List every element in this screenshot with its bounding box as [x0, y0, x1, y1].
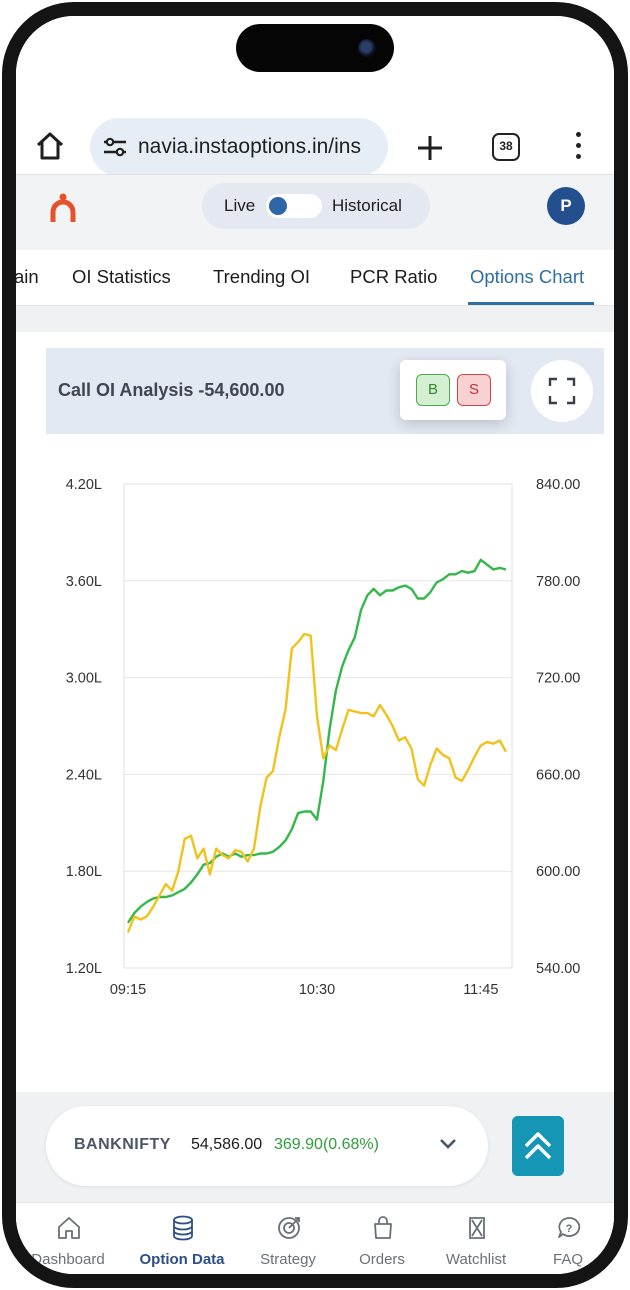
symbol-change: 369.90(0.68%) — [274, 1136, 379, 1153]
y-right-tick-label: 600.00 — [536, 864, 580, 880]
navia-logo — [50, 193, 76, 222]
nav-label: Dashboard — [31, 1251, 105, 1268]
camera-island — [236, 24, 394, 72]
home-icon[interactable] — [34, 130, 66, 162]
buy-button[interactable]: B — [416, 374, 450, 406]
nav-orders[interactable]: Orders — [332, 1203, 432, 1274]
scroll-top-button[interactable] — [512, 1116, 564, 1176]
chevron-down-icon[interactable] — [438, 1136, 458, 1152]
database-icon — [173, 1215, 193, 1241]
chart-card-header: Call OI Analysis -54,600.00 B S — [46, 348, 604, 434]
y-left-tick-label: 1.20L — [66, 961, 102, 977]
tab-option-chain[interactable]: ain — [16, 266, 39, 288]
tab-oi-statistics[interactable]: OI Statistics — [72, 266, 171, 288]
nav-label: Strategy — [260, 1251, 316, 1268]
fullscreen-icon[interactable] — [531, 360, 593, 422]
switch-knob[interactable] — [269, 197, 287, 215]
mode-switch[interactable] — [266, 194, 322, 218]
y-right-tick-label: 540.00 — [536, 961, 580, 977]
live-historical-toggle[interactable]: Live Historical — [202, 183, 430, 229]
nav-label: Option Data — [139, 1251, 225, 1268]
faq-icon: ? — [558, 1217, 581, 1238]
oi-series-line — [126, 558, 507, 924]
site-settings-icon[interactable] — [102, 136, 128, 158]
bottom-navigation: Dashboard Option Data Strategy Orders Wa… — [16, 1202, 614, 1274]
tab-trending-oi[interactable]: Trending OI — [213, 266, 310, 288]
y-left-tick-label: 2.40L — [66, 767, 102, 783]
section-divider — [16, 306, 614, 332]
y-left-tick-label: 3.60L — [66, 574, 102, 590]
more-menu-icon[interactable] — [574, 132, 582, 162]
y-right-tick-label: 780.00 — [536, 574, 580, 590]
app-header: Live Historical P — [16, 174, 614, 250]
y-left-tick-label: 1.80L — [66, 864, 102, 880]
hourglass-icon — [469, 1217, 485, 1239]
x-tick-label: 10:30 — [299, 982, 335, 998]
camera-icon — [358, 39, 376, 57]
chart-title: Call OI Analysis -54,600.00 — [58, 380, 285, 400]
symbol-name: BANKNIFTY — [74, 1136, 171, 1153]
phone-frame: navia.instaoptions.in/ins 38 Live Histor… — [2, 2, 628, 1288]
nav-watchlist[interactable]: Watchlist — [426, 1203, 526, 1274]
y-right-tick-label: 840.00 — [536, 477, 580, 493]
tab-bar: ain OI Statistics Trending OI PCR Ratio … — [16, 250, 614, 306]
phone-screen: navia.instaoptions.in/ins 38 Live Histor… — [16, 16, 614, 1274]
address-bar[interactable]: navia.instaoptions.in/ins — [90, 118, 388, 176]
symbol-selector[interactable]: BANKNIFTY 54,586.00 369.90(0.68%) — [46, 1106, 488, 1186]
bag-icon — [374, 1216, 392, 1239]
nav-label: FAQ — [552, 1251, 583, 1268]
url-text[interactable]: navia.instaoptions.in/ins — [138, 135, 380, 161]
nav-dashboard[interactable]: Dashboard — [18, 1203, 118, 1274]
sell-button[interactable]: S — [457, 374, 491, 406]
nav-strategy[interactable]: Strategy — [238, 1203, 338, 1274]
nav-label: Watchlist — [445, 1251, 507, 1268]
tab-switcher-button[interactable]: 38 — [492, 133, 520, 161]
historical-label[interactable]: Historical — [332, 196, 402, 216]
nav-label: Orders — [359, 1251, 405, 1268]
nav-faq[interactable]: ? FAQ — [518, 1203, 614, 1274]
browser-toolbar: navia.instaoptions.in/ins 38 — [16, 96, 614, 176]
symbol-price: 54,586.00 — [191, 1136, 263, 1153]
new-tab-icon[interactable] — [416, 134, 444, 162]
home-icon — [58, 1217, 80, 1239]
y-right-tick-label: 660.00 — [536, 767, 580, 783]
svg-text:?: ? — [566, 1223, 573, 1235]
y-left-tick-label: 3.00L — [66, 671, 102, 687]
target-icon — [278, 1217, 300, 1239]
tab-options-chart[interactable]: Options Chart — [470, 266, 584, 288]
nav-option-data[interactable]: Option Data — [132, 1203, 232, 1274]
avatar[interactable]: P — [547, 187, 585, 225]
buy-sell-popup: B S — [400, 360, 506, 420]
tab-pcr-ratio[interactable]: PCR Ratio — [350, 266, 437, 288]
active-tab-indicator — [468, 302, 594, 305]
y-left-tick-label: 4.20L — [66, 477, 102, 493]
x-tick-label: 11:45 — [463, 982, 498, 998]
y-right-tick-label: 720.00 — [536, 671, 580, 687]
oi-line-chart: 4.20L 840.00 3.60L 780.00 3.00L 720.00 2.40L 66… — [66, 477, 581, 998]
x-tick-label: 09:15 — [110, 982, 146, 998]
live-label[interactable]: Live — [224, 196, 255, 216]
